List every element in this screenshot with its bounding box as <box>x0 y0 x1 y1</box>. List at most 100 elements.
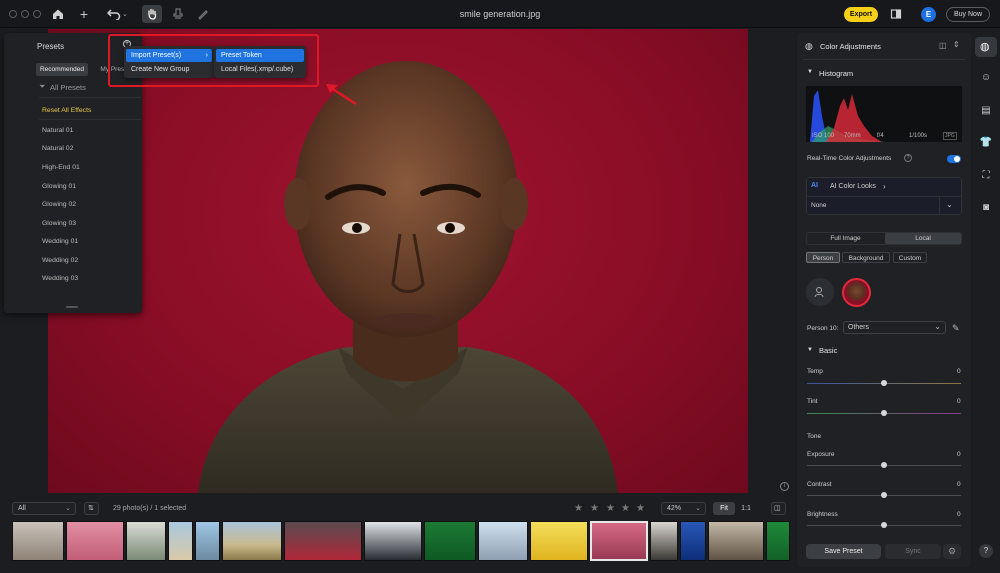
filter-icon: ⏷ <box>39 82 46 91</box>
reset-all-effects-link[interactable]: Reset All Effects <box>42 107 91 114</box>
preset-item[interactable]: Wedding 03 <box>42 275 78 282</box>
sort-icon[interactable]: ⇅ <box>84 502 99 515</box>
triangle-down-icon[interactable]: ▼ <box>807 347 813 353</box>
brightness-slider-knob[interactable] <box>881 522 887 528</box>
exposure-slider-knob[interactable] <box>881 462 887 468</box>
tab-full-image[interactable]: Full Image <box>807 233 884 244</box>
photo-thumbnail[interactable] <box>12 521 64 561</box>
chevron-down-icon[interactable]: ⌄ <box>946 200 953 209</box>
brush-icon[interactable] <box>195 6 211 22</box>
crop-icon[interactable]: ⛶ <box>979 169 993 183</box>
scrollbar-thumb[interactable] <box>66 306 78 308</box>
photo-thumbnail[interactable] <box>284 521 362 561</box>
add-person-avatar[interactable] <box>806 278 834 306</box>
color-adjustments-panel: ◍ Color Adjustments ◫ ⇕ ▼ Histogram ISO … <box>797 33 971 567</box>
photo-thumbnail[interactable] <box>708 521 764 561</box>
contrast-slider-knob[interactable] <box>881 492 887 498</box>
tag-background[interactable]: Background <box>842 252 890 263</box>
ai-looks-value[interactable]: None <box>811 202 827 209</box>
hand-tool-button[interactable] <box>142 5 162 23</box>
one-to-one-button[interactable]: 1:1 <box>736 502 756 515</box>
zoom-dropdown[interactable]: 42% ⌄ <box>661 502 706 515</box>
rating-star-3[interactable]: ★ <box>606 503 615 514</box>
preset-item[interactable]: Glowing 03 <box>42 220 76 227</box>
expand-collapse-icon[interactable]: ⇕ <box>953 40 960 49</box>
main-photo[interactable] <box>48 29 748 493</box>
photo-thumbnail[interactable] <box>530 521 588 561</box>
photo-thumbnail[interactable] <box>478 521 528 561</box>
person-value: Others <box>848 324 870 331</box>
preset-item[interactable]: Wedding 02 <box>42 257 78 264</box>
export-button[interactable]: Export <box>844 7 878 22</box>
preset-item[interactable]: High-End 01 <box>42 164 80 171</box>
photo-thumbnail[interactable] <box>126 521 166 561</box>
fit-button[interactable]: Fit <box>713 502 735 515</box>
top-toolbar: + ⌄ smile generation.jpg Export E Buy No… <box>0 0 1000 28</box>
tag-person[interactable]: Person <box>806 252 840 263</box>
photo-thumbnail[interactable] <box>650 521 678 561</box>
panel-layout-icon[interactable]: ◫ <box>939 41 947 50</box>
slider-label-brightness: Brightness <box>807 511 838 518</box>
slider-value-temp: 0 <box>957 368 961 375</box>
rating-star-1[interactable]: ★ <box>574 503 583 514</box>
photo-thumbnail[interactable] <box>195 521 220 561</box>
photo-thumbnail[interactable] <box>66 521 124 561</box>
avatar[interactable]: E <box>921 7 936 22</box>
home-icon[interactable] <box>50 6 66 22</box>
face-retouch-icon[interactable]: ☺ <box>979 71 993 85</box>
all-presets-label[interactable]: All Presets <box>50 83 86 92</box>
minimize-window-dot[interactable] <box>21 10 29 18</box>
person-face-avatar[interactable] <box>842 278 871 307</box>
photo-thumbnail[interactable] <box>168 521 193 561</box>
help-button[interactable]: ? <box>979 544 993 558</box>
tab-recommended[interactable]: Recommended <box>36 63 88 76</box>
photo-thumbnail[interactable] <box>424 521 476 561</box>
camera-icon[interactable]: ◙ <box>979 201 993 215</box>
close-window-dot[interactable] <box>9 10 17 18</box>
buy-now-button[interactable]: Buy Now <box>946 7 990 22</box>
undo-icon[interactable] <box>106 6 122 22</box>
photo-thumbnail[interactable] <box>680 521 706 561</box>
preset-item[interactable]: Wedding 01 <box>42 238 78 245</box>
person-dropdown[interactable]: Others ⌄ <box>843 321 946 334</box>
realtime-toggle[interactable] <box>947 155 961 163</box>
color-adjust-tool-button[interactable]: ◍ <box>975 37 997 57</box>
save-preset-button[interactable]: Save Preset <box>806 544 881 559</box>
filter-dropdown[interactable]: All ⌄ <box>12 502 76 515</box>
add-icon[interactable]: + <box>76 6 92 22</box>
photo-thumbnail[interactable] <box>364 521 422 561</box>
chevron-right-icon[interactable]: › <box>883 182 886 191</box>
zoom-value: 42% <box>667 505 682 512</box>
divider <box>803 59 965 60</box>
triangle-down-icon[interactable]: ▼ <box>807 69 813 75</box>
rating-star-2[interactable]: ★ <box>590 503 599 514</box>
chevron-down-icon: ⌄ <box>65 505 71 512</box>
help-icon[interactable]: ? <box>904 154 912 162</box>
tab-local[interactable]: Local <box>885 233 961 244</box>
split-view-icon[interactable]: ◫ <box>771 502 786 515</box>
background-icon[interactable]: ▤ <box>979 104 993 118</box>
sync-button[interactable]: Sync <box>885 544 941 559</box>
photo-thumbnail[interactable] <box>222 521 282 561</box>
photo-thumbnail[interactable] <box>766 521 790 561</box>
exif-iso: ISO 100 <box>812 133 835 139</box>
tint-slider-knob[interactable] <box>881 410 887 416</box>
photo-thumbnail-selected[interactable] <box>590 521 648 561</box>
clothing-icon[interactable]: 👕 <box>979 136 993 150</box>
preset-item[interactable]: Glowing 01 <box>42 183 76 190</box>
ai-looks-label[interactable]: AI Color Looks <box>830 183 876 190</box>
preset-item[interactable]: Glowing 02 <box>42 201 76 208</box>
compare-icon[interactable] <box>888 6 904 22</box>
info-icon[interactable]: i <box>780 482 789 491</box>
rating-star-5[interactable]: ★ <box>636 503 645 514</box>
tag-custom[interactable]: Custom <box>893 252 927 263</box>
preset-item[interactable]: Natural 01 <box>42 127 73 134</box>
edit-pen-icon[interactable]: ✎ <box>952 323 960 334</box>
rating-star-4[interactable]: ★ <box>621 503 630 514</box>
undo-dropdown-chevron-icon[interactable]: ⌄ <box>122 10 128 18</box>
sync-settings-gear-icon[interactable]: ⚙ <box>943 544 961 559</box>
stamp-icon[interactable] <box>170 6 186 22</box>
temp-slider-knob[interactable] <box>881 380 887 386</box>
maximize-window-dot[interactable] <box>33 10 41 18</box>
preset-item[interactable]: Natural 02 <box>42 145 73 152</box>
